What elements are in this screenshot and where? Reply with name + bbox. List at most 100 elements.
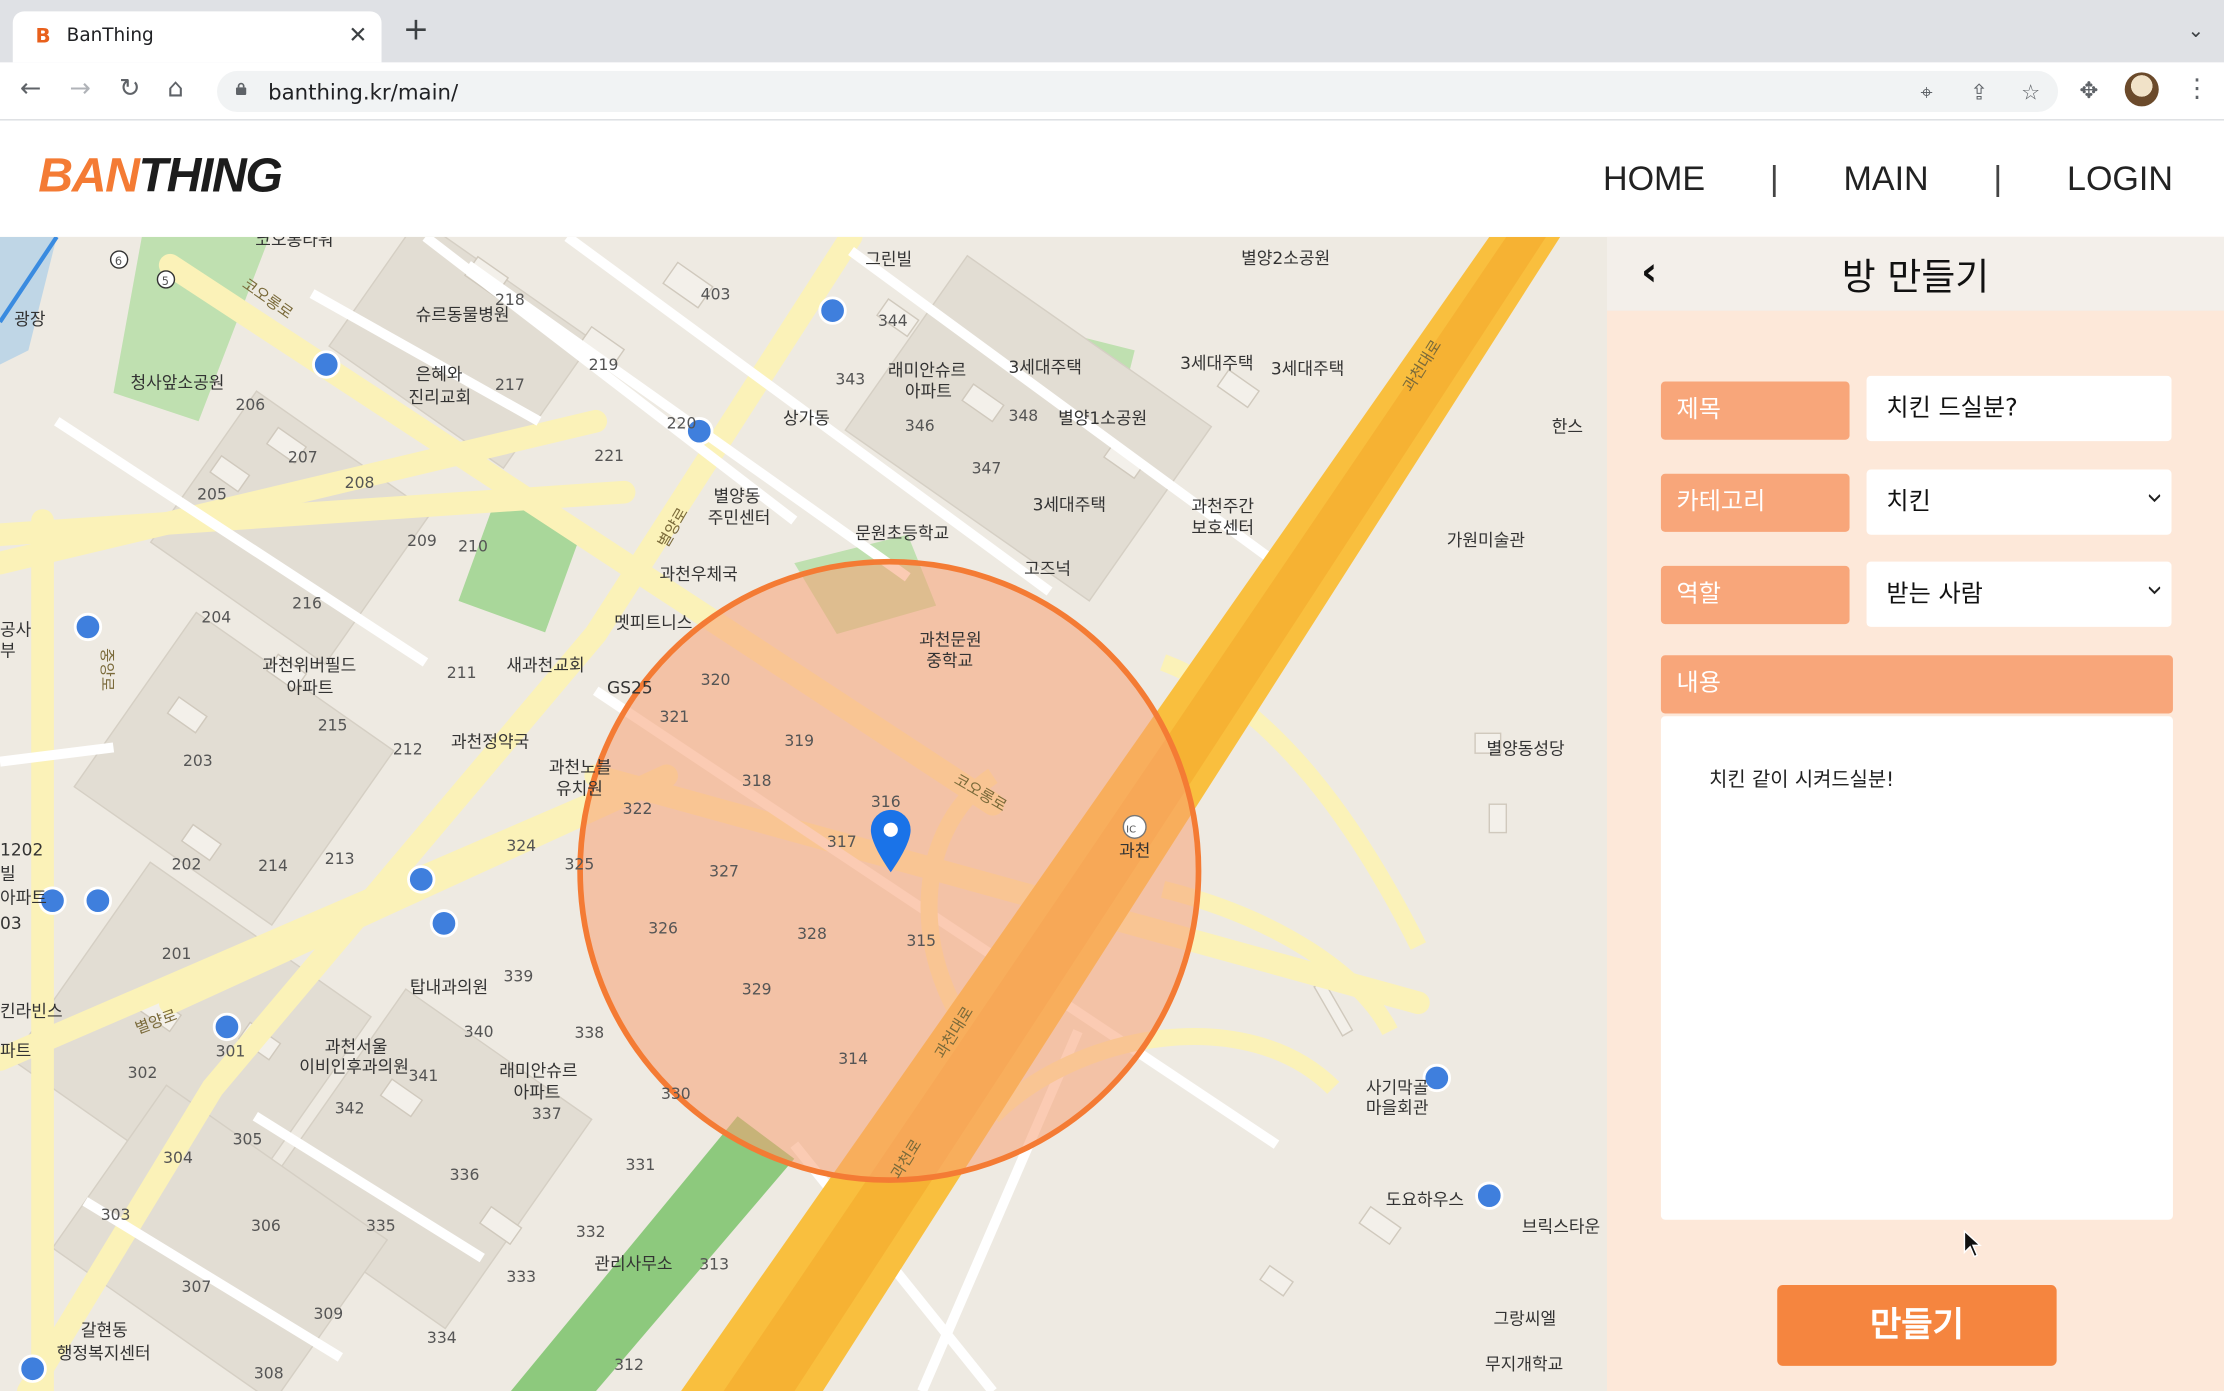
svg-text:338: 338	[574, 1024, 604, 1042]
banthing-logo[interactable]: BANTHING	[38, 149, 283, 204]
svg-text:327: 327	[709, 863, 739, 881]
svg-text:중앙로: 중앙로	[98, 648, 116, 691]
svg-text:343: 343	[835, 370, 865, 388]
svg-text:220: 220	[667, 414, 697, 432]
svg-text:320: 320	[701, 671, 731, 689]
mouse-cursor-icon	[1963, 1229, 1982, 1258]
svg-text:403: 403	[701, 285, 731, 303]
nav-separator: |	[1769, 160, 1779, 199]
svg-text:파트: 파트	[0, 1042, 31, 1062]
svg-text:과천우체국: 과천우체국	[660, 565, 738, 585]
svg-text:이비인후과의원: 이비인후과의원	[299, 1057, 409, 1077]
map-canvas: 6 5 IC 코오롱타워 슈르동물병원 청사앞소공원 은혜와 진리교회 광장 공…	[0, 236, 1600, 1391]
more-menu-icon[interactable]: ⋮	[2184, 74, 2210, 104]
svg-text:331: 331	[626, 1156, 656, 1174]
svg-text:308: 308	[254, 1365, 284, 1383]
home-icon[interactable]: ⌂	[167, 74, 183, 103]
address-bar[interactable]: banthing.kr/main/ ⌖ ⇪ ☆	[217, 70, 2059, 113]
svg-text:보호센터: 보호센터	[1191, 518, 1254, 538]
svg-text:309: 309	[313, 1305, 343, 1323]
svg-text:326: 326	[648, 919, 678, 937]
create-room-panel: ‹ 방 만들기 제목 치킨 드실분? 카테고리 치킨 역할 받는 사람 내용 치…	[1607, 236, 2224, 1391]
title-label: 제목	[1660, 381, 1850, 440]
panel-header: ‹ 방 만들기	[1607, 236, 2224, 311]
svg-text:마을회관: 마을회관	[1366, 1098, 1429, 1118]
svg-text:아파트: 아파트	[0, 889, 47, 909]
svg-text:218: 218	[495, 291, 525, 309]
svg-text:202: 202	[172, 855, 202, 873]
content-textarea[interactable]: 치킨 같이 시켜드실분!	[1660, 716, 2173, 1220]
svg-text:래미안슈르: 래미안슈르	[888, 361, 966, 381]
svg-text:무지개학교: 무지개학교	[1485, 1355, 1563, 1375]
svg-text:348: 348	[1008, 407, 1038, 425]
svg-text:313: 313	[699, 1255, 729, 1273]
bookmark-star-icon[interactable]: ☆	[2021, 79, 2040, 105]
browser-tab[interactable]: B BanThing ✕	[12, 11, 382, 63]
svg-text:갈현동: 갈현동	[81, 1321, 128, 1341]
svg-text:03: 03	[0, 914, 22, 934]
location-pin-icon[interactable]: ⌖	[1920, 79, 1932, 105]
back-arrow-icon[interactable]: ←	[20, 74, 41, 103]
site-header: BANTHING HOME | MAIN | LOGIN	[0, 120, 2224, 237]
svg-text:307: 307	[182, 1278, 212, 1296]
svg-text:215: 215	[318, 716, 348, 734]
svg-text:중학교: 중학교	[926, 652, 973, 672]
svg-text:221: 221	[594, 447, 624, 465]
nav-login-link[interactable]: LOGIN	[2067, 160, 2173, 200]
share-icon[interactable]: ⇪	[1970, 79, 1988, 105]
nav-main-link[interactable]: MAIN	[1844, 160, 1929, 200]
svg-text:킨라빈스: 킨라빈스	[0, 1002, 63, 1022]
svg-text:공사: 공사	[0, 620, 32, 640]
profile-avatar[interactable]	[2124, 72, 2159, 107]
forward-arrow-icon[interactable]: →	[70, 74, 91, 103]
svg-text:339: 339	[504, 968, 534, 986]
svg-text:한스: 한스	[1552, 418, 1583, 438]
svg-text:214: 214	[258, 857, 288, 875]
svg-text:청사앞소공원: 청사앞소공원	[130, 374, 224, 394]
svg-text:329: 329	[742, 980, 772, 998]
create-room-button[interactable]: 만들기	[1777, 1285, 2057, 1366]
svg-text:332: 332	[576, 1223, 606, 1241]
svg-text:317: 317	[827, 833, 857, 851]
svg-text:204: 204	[201, 609, 231, 627]
svg-text:212: 212	[393, 741, 423, 759]
svg-text:래미안슈르: 래미안슈르	[499, 1062, 577, 1082]
tab-search-chevron-icon[interactable]: ⌄	[2188, 20, 2205, 43]
svg-text:코오롱타워: 코오롱타워	[255, 237, 333, 251]
svg-text:관리사무소: 관리사무소	[594, 1254, 672, 1274]
map-view[interactable]: 6 5 IC 코오롱타워 슈르동물병원 청사앞소공원 은혜와 진리교회 광장 공…	[0, 236, 1608, 1391]
svg-text:324: 324	[506, 837, 536, 855]
svg-text:305: 305	[233, 1131, 263, 1149]
svg-text:201: 201	[162, 945, 192, 963]
svg-text:347: 347	[972, 460, 1002, 478]
url-text: banthing.kr/main/	[268, 79, 459, 105]
svg-text:상가동: 상가동	[783, 409, 830, 429]
svg-text:334: 334	[427, 1329, 457, 1347]
svg-text:336: 336	[450, 1166, 480, 1184]
svg-text:새과천교회: 새과천교회	[506, 656, 584, 676]
svg-text:216: 216	[292, 594, 322, 612]
svg-text:217: 217	[495, 376, 525, 394]
extensions-puzzle-icon[interactable]: ✥	[2079, 77, 2098, 104]
category-select[interactable]: 치킨	[1866, 469, 2172, 535]
svg-text:그린빌: 그린빌	[865, 250, 912, 270]
svg-text:진리교회: 진리교회	[408, 388, 471, 408]
svg-text:브릭스타운: 브릭스타운	[1522, 1218, 1600, 1238]
svg-text:행정복지센터: 행정복지센터	[57, 1344, 151, 1364]
title-input[interactable]: 치킨 드실분?	[1866, 375, 2172, 442]
svg-text:342: 342	[335, 1099, 365, 1117]
svg-text:318: 318	[742, 772, 772, 790]
svg-text:303: 303	[101, 1206, 131, 1224]
role-select[interactable]: 받는 사람	[1866, 561, 2172, 627]
new-tab-icon[interactable]: +	[403, 15, 429, 46]
close-tab-icon[interactable]: ✕	[348, 21, 367, 48]
browser-tabstrip: B BanThing ✕ + ⌄	[0, 0, 2224, 63]
svg-text:330: 330	[661, 1085, 691, 1103]
nav-home-link[interactable]: HOME	[1603, 160, 1705, 200]
lock-icon	[236, 82, 247, 96]
svg-text:5: 5	[162, 274, 169, 288]
svg-text:별양1소공원: 별양1소공원	[1058, 409, 1147, 429]
reload-icon[interactable]: ↻	[119, 74, 140, 103]
role-label: 역할	[1660, 565, 1850, 625]
favicon-icon: B	[35, 25, 51, 49]
